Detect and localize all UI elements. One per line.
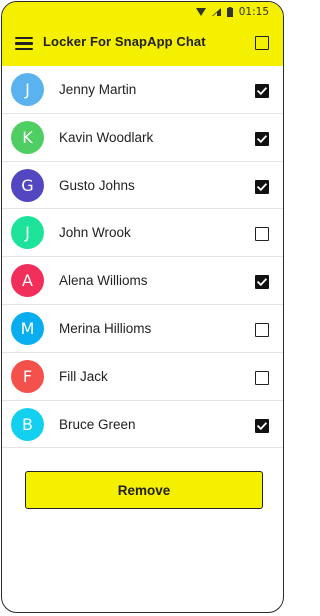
contact-row[interactable]: K Kavin Woodlark (2, 114, 283, 162)
wifi-icon (195, 7, 206, 16)
contact-name: Alena Willioms (59, 273, 148, 289)
contact-avatar: F (11, 359, 44, 393)
phone-frame: 01:15 Locker For SnapApp Chat J Jenny Mar… (1, 1, 284, 613)
app-bar: Locker For SnapApp Chat (2, 21, 283, 66)
checkmark-icon (256, 421, 268, 430)
contact-avatar: G (11, 168, 44, 202)
checkmark-icon (256, 278, 268, 287)
checkmark-icon (256, 182, 268, 191)
contact-name: Merina Hillioms (59, 320, 152, 336)
unchecked-checkbox[interactable] (255, 322, 269, 337)
contact-name: John Wrook (59, 225, 131, 241)
hamburger-menu-icon[interactable] (15, 37, 33, 50)
select-all-checkbox[interactable] (255, 36, 269, 50)
contact-row[interactable]: B Bruce Green (2, 401, 283, 449)
checkmark-icon (256, 87, 268, 96)
contact-name: Gusto Johns (59, 177, 135, 193)
contact-row[interactable]: F Fill Jack (2, 353, 283, 401)
contact-row[interactable]: G Gusto Johns (2, 162, 283, 210)
contact-avatar: J (11, 216, 44, 250)
app-title: Locker For SnapApp Chat (43, 34, 206, 49)
contact-name: Jenny Martin (59, 82, 137, 97)
contact-avatar: K (11, 120, 44, 154)
checked-checkbox[interactable] (255, 418, 269, 433)
contact-name: Kavin Woodlark (59, 129, 154, 145)
contact-name: Fill Jack (59, 368, 108, 384)
checked-checkbox[interactable] (255, 275, 269, 290)
signal-icon (211, 7, 221, 16)
contact-avatar: J (11, 73, 44, 106)
status-time: 01:15 (238, 5, 269, 18)
unchecked-checkbox[interactable] (255, 227, 269, 242)
remove-button[interactable]: Remove (25, 471, 263, 509)
contact-row[interactable]: A Alena Willioms (2, 257, 283, 305)
unchecked-checkbox[interactable] (255, 370, 269, 385)
checked-checkbox[interactable] (255, 84, 269, 98)
battery-icon (226, 6, 233, 17)
contact-list: J Jenny Martin K Kavin Woodlark G Gusto Johns… (2, 66, 283, 449)
checked-checkbox[interactable] (255, 179, 269, 194)
contact-avatar: B (11, 407, 44, 441)
contact-name: Bruce Green (59, 416, 136, 432)
contact-avatar: M (11, 311, 44, 345)
status-bar: 01:15 (2, 2, 283, 21)
checked-checkbox[interactable] (255, 131, 269, 146)
checkmark-icon (256, 134, 268, 143)
contact-row[interactable]: M Merina Hillioms (2, 305, 283, 353)
contact-avatar: A (11, 264, 44, 298)
contact-row[interactable]: J John Wrook (2, 209, 283, 258)
contact-row[interactable]: J Jenny Martin (2, 66, 283, 114)
